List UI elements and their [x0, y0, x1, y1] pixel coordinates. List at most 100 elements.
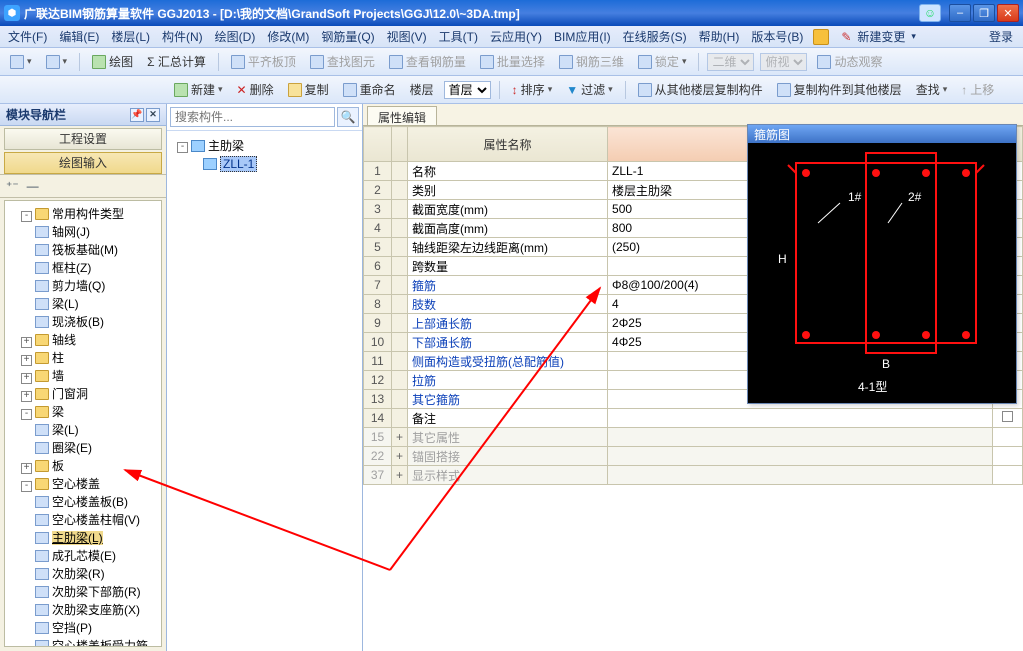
menu-extra-icon[interactable] [813, 29, 829, 45]
tree-group[interactable]: 墙 [52, 369, 64, 383]
tree-item[interactable]: 轴网(J) [52, 225, 90, 239]
tree-item[interactable]: 框柱(Z) [52, 261, 91, 275]
menu-tool[interactable]: 工具(T) [437, 26, 480, 47]
tree-item[interactable]: 空挡(P) [52, 621, 92, 635]
tree-item[interactable]: 次肋梁下部筋(R) [52, 585, 141, 599]
tree-group[interactable]: 柱 [52, 351, 64, 365]
tree-item-selected[interactable]: 主肋梁(L) [52, 531, 103, 545]
tab-draw-input[interactable]: 绘图输入 [4, 152, 162, 174]
component-tree[interactable]: -常用构件类型 轴网(J) 筏板基础(M) 框柱(Z) 剪力墙(Q) 梁(L) … [4, 200, 162, 647]
tree-item[interactable]: 梁(L) [52, 423, 79, 437]
toggle-icon[interactable]: + [21, 391, 32, 402]
toggle-icon[interactable]: - [21, 211, 32, 222]
sort-button[interactable]: ↕排序▾ [508, 79, 557, 100]
menu-cloud[interactable]: 云应用(Y) [488, 26, 544, 47]
menu-floor[interactable]: 楼层(L) [109, 26, 152, 47]
login-link[interactable]: 登录 [987, 26, 1015, 47]
delete-button[interactable]: ✕ 删除 [233, 79, 278, 100]
close-button[interactable]: ✕ [997, 4, 1019, 22]
toggle-icon[interactable]: + [21, 337, 32, 348]
toggle-icon[interactable]: + [21, 373, 32, 384]
tree-item[interactable]: 成孔芯模(E) [52, 549, 116, 563]
menu-modify[interactable]: 修改(M) [265, 26, 311, 47]
list-item-selected[interactable]: ZLL-1 [173, 155, 356, 173]
table-row[interactable]: 37+显示样式 [364, 466, 1023, 485]
tree-hollow[interactable]: 空心楼盖 [52, 477, 100, 491]
rename-button[interactable]: 重命名 [339, 79, 400, 100]
tree-common-types[interactable]: 常用构件类型 [52, 207, 124, 221]
new-button[interactable]: 新建▾ [170, 79, 227, 100]
tree-item[interactable]: 现浇板(B) [52, 315, 104, 329]
rebar-3d-button[interactable]: 钢筋三维 [555, 51, 628, 72]
table-row[interactable]: 14备注 [364, 409, 1023, 428]
view2d-select[interactable]: 二维 [707, 53, 754, 71]
helper-icon[interactable]: ☺ [919, 4, 941, 22]
tree-item[interactable]: 圈梁(E) [52, 441, 92, 455]
menu-draw[interactable]: 绘图(D) [213, 26, 258, 47]
item-icon [35, 316, 49, 328]
tab-project-settings[interactable]: 工程设置 [4, 128, 162, 150]
tree-item[interactable]: 空心楼盖板(B) [52, 495, 128, 509]
view-rebar-button[interactable]: 查看钢筋量 [385, 51, 470, 72]
toggle-icon[interactable]: + [21, 463, 32, 474]
toggle-icon[interactable]: - [21, 409, 32, 420]
move-up-button[interactable]: ↑上移 [957, 79, 998, 100]
find-elem-button[interactable]: 查找图元 [306, 51, 379, 72]
menu-component[interactable]: 构件(N) [160, 26, 205, 47]
list-root[interactable]: -主肋梁 [173, 137, 356, 155]
tree-group[interactable]: 门窗洞 [52, 387, 88, 401]
collapse-icon[interactable]: — [27, 179, 39, 193]
undo-button[interactable]: ▾ [6, 53, 36, 71]
menu-edit[interactable]: 编辑(E) [57, 26, 101, 47]
table-row[interactable]: 15+其它属性 [364, 428, 1023, 447]
pin-icon[interactable]: 📌 [130, 108, 144, 122]
table-row[interactable]: 22+锚固搭接 [364, 447, 1023, 466]
menu-version[interactable]: 版本号(B) [749, 26, 805, 47]
menu-file[interactable]: 文件(F) [6, 26, 49, 47]
menu-view[interactable]: 视图(V) [385, 26, 429, 47]
search-button[interactable]: 🔍 [337, 107, 359, 127]
find-button[interactable]: 查找▾ [912, 79, 952, 100]
floor-select[interactable]: 首层 [444, 81, 491, 99]
component-list-tree[interactable]: -主肋梁 ZLL-1 [167, 131, 362, 651]
lock-button[interactable]: 锁定▾ [634, 51, 691, 72]
tree-item[interactable]: 次肋梁(R) [52, 567, 105, 581]
copy-to-other-button[interactable]: 复制构件到其他楼层 [773, 79, 906, 100]
tree-item[interactable]: 次肋梁支座筋(X) [52, 603, 140, 617]
diagram-title: 箍筋图 [748, 125, 1016, 143]
flat-top-button[interactable]: 平齐板顶 [227, 51, 300, 72]
menu-bim[interactable]: BIM应用(I) [552, 26, 613, 47]
floor-button[interactable]: 楼层 [406, 79, 438, 100]
toggle-icon[interactable]: + [21, 355, 32, 366]
tree-item[interactable]: 剪力墙(Q) [52, 279, 105, 293]
expand-icon[interactable]: ⁺⁻ [6, 179, 19, 193]
toggle-icon[interactable]: - [21, 481, 32, 492]
tree-group[interactable]: 轴线 [52, 333, 76, 347]
tree-item[interactable]: 空心楼盖柱帽(V) [52, 513, 140, 527]
menu-help[interactable]: 帮助(H) [697, 26, 742, 47]
toolbar-main: ▾ ▾ 绘图 Σ 汇总计算 平齐板顶 查找图元 查看钢筋量 批量选择 钢筋三维 … [0, 48, 1023, 76]
tree-ban[interactable]: 板 [52, 459, 64, 473]
sum-calc-button[interactable]: Σ 汇总计算 [143, 51, 210, 72]
tree-item[interactable]: 空心楼盖板受力筋 [52, 639, 148, 647]
tab-property-edit[interactable]: 属性编辑 [367, 106, 437, 125]
nav-close-icon[interactable]: ✕ [146, 108, 160, 122]
bird-select[interactable]: 俯视 [760, 53, 807, 71]
tree-item[interactable]: 梁(L) [52, 297, 79, 311]
folder-icon [35, 388, 49, 400]
search-input[interactable] [170, 107, 335, 127]
minimize-button[interactable]: – [949, 4, 971, 22]
batch-sel-button[interactable]: 批量选择 [476, 51, 549, 72]
drawing-button[interactable]: 绘图 [88, 51, 137, 72]
menu-rebar[interactable]: 钢筋量(Q) [319, 26, 376, 47]
menu-new-change[interactable]: ✎新建变更 ▾ [837, 24, 920, 49]
menu-online[interactable]: 在线服务(S) [621, 26, 689, 47]
maximize-button[interactable]: ❐ [973, 4, 995, 22]
copy-from-other-button[interactable]: 从其他楼层复制构件 [634, 79, 767, 100]
filter-button[interactable]: ▼过滤▾ [562, 79, 616, 100]
tree-liang[interactable]: 梁 [52, 405, 64, 419]
dyn-view-button[interactable]: 动态观察 [813, 51, 886, 72]
tree-item[interactable]: 筏板基础(M) [52, 243, 118, 257]
redo-button[interactable]: ▾ [42, 53, 72, 71]
copy-button[interactable]: 复制 [284, 79, 333, 100]
